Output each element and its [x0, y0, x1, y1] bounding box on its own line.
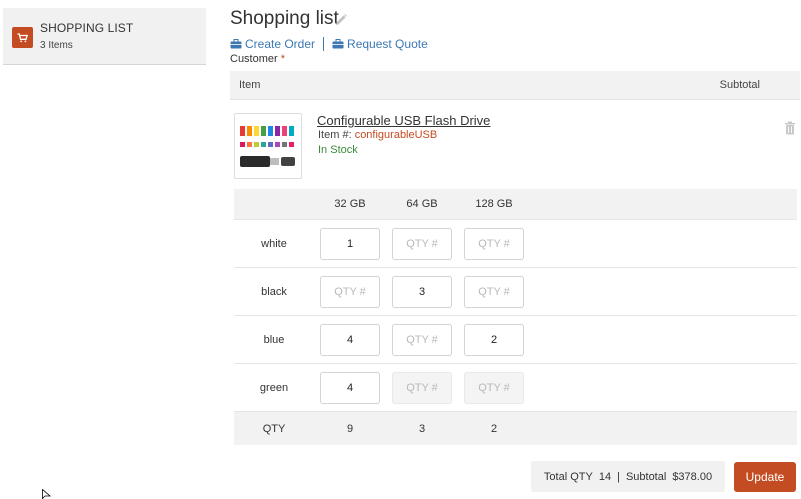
matrix-total-label: QTY — [262, 422, 286, 435]
qty-input[interactable] — [320, 227, 380, 260]
request-quote-label: Request Quote — [347, 37, 428, 51]
create-order-label: Create Order — [245, 37, 316, 51]
matrix-header-row: 32 GB 64 GB 128 GB — [234, 189, 797, 220]
matrix-column-total: 3 — [418, 422, 426, 435]
matrix-column-total: 2 — [490, 422, 498, 435]
required-marker: * — [280, 53, 286, 65]
sku-value: configurableUSB — [354, 129, 438, 141]
matrix-column-header: 32 GB — [334, 198, 366, 210]
matrix-row-label: green — [259, 381, 289, 394]
matrix-column-header: 64 GB — [406, 198, 438, 210]
product-thumbnail[interactable] — [234, 113, 302, 179]
create-order-link[interactable]: Create Order — [230, 37, 315, 51]
product-sku: Item #: configurableUSB — [318, 129, 438, 141]
qty-input[interactable] — [320, 371, 380, 404]
page-title: Shopping list — [230, 8, 339, 29]
qty-input[interactable] — [392, 323, 452, 356]
sidebar-shopping-list[interactable]: SHOPPING LIST 3 Items — [3, 8, 206, 65]
matrix-row: green — [234, 364, 797, 412]
customer-label: Customer * — [230, 53, 286, 65]
update-button[interactable]: Update — [734, 462, 796, 492]
qty-input[interactable] — [464, 323, 524, 356]
column-header-subtotal: Subtotal — [719, 79, 760, 91]
sidebar-title: SHOPPING LIST — [40, 21, 134, 35]
qty-input-disabled — [392, 371, 452, 404]
sidebar-item-count: 3 Items — [40, 40, 73, 51]
column-header-item: Item — [239, 79, 261, 91]
trash-icon[interactable] — [784, 121, 796, 135]
list-actions: Create Order Request Quote — [230, 37, 428, 51]
cart-icon — [12, 27, 33, 48]
matrix-row-label: blue — [263, 333, 285, 346]
qty-input[interactable] — [392, 227, 452, 260]
pencil-icon[interactable] — [334, 13, 348, 27]
briefcase-icon — [332, 39, 344, 49]
subtotal-value: $378.00 — [672, 470, 713, 483]
qty-input[interactable] — [320, 275, 380, 308]
usb-drives-image — [240, 126, 295, 167]
matrix-row-label: black — [261, 285, 287, 298]
matrix-corner — [234, 189, 314, 219]
matrix-totals-row: QTY 9 3 2 — [234, 412, 797, 445]
qty-input[interactable] — [464, 275, 524, 308]
variant-matrix: 32 GB 64 GB 128 GB white black blue gree… — [234, 189, 797, 445]
summary-separator: | — [617, 470, 620, 483]
matrix-row: white — [234, 220, 797, 268]
stock-status: In Stock — [318, 144, 358, 156]
mouse-cursor-icon — [42, 489, 52, 499]
briefcase-icon — [230, 39, 242, 49]
total-qty-label: Total QTY — [543, 470, 593, 483]
matrix-row-label: white — [261, 237, 287, 250]
totals-summary: Total QTY 14 | Subtotal $378.00 — [531, 461, 725, 492]
qty-input[interactable] — [320, 323, 380, 356]
qty-input[interactable] — [392, 275, 452, 308]
matrix-column-total: 9 — [346, 422, 354, 435]
total-qty-value: 14 — [598, 470, 612, 483]
qty-input[interactable] — [464, 227, 524, 260]
request-quote-link[interactable]: Request Quote — [332, 37, 428, 51]
table-header: Item Subtotal — [230, 71, 800, 100]
matrix-row: blue — [234, 316, 797, 364]
qty-input-disabled — [464, 371, 524, 404]
matrix-row: black — [234, 268, 797, 316]
product-name-link[interactable]: Configurable USB Flash Drive — [317, 113, 490, 128]
action-divider — [323, 37, 325, 51]
matrix-column-header: 128 GB — [475, 198, 513, 210]
subtotal-label: Subtotal — [625, 470, 667, 483]
